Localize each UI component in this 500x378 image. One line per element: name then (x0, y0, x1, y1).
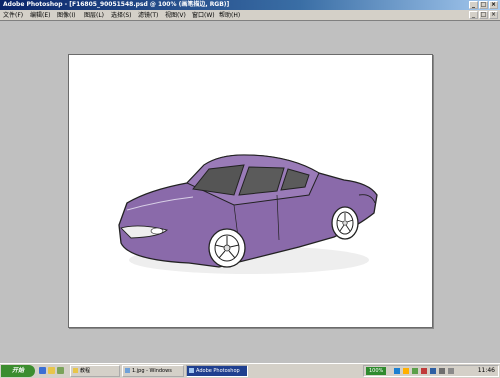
rear-wheel (331, 206, 359, 240)
doc-close-button[interactable]: × (489, 11, 498, 19)
menu-view[interactable]: 视图(V) (165, 10, 186, 21)
media-icon[interactable] (57, 367, 64, 374)
folder-icon (73, 368, 78, 373)
messenger-icon[interactable] (430, 368, 436, 374)
zoom-indicator[interactable]: 100% (366, 367, 387, 375)
menu-help[interactable]: 帮助(H) (219, 10, 240, 21)
minimize-button[interactable]: _ (469, 1, 478, 9)
car-illustration (118, 154, 378, 274)
workspace (0, 21, 500, 360)
taskbar-button-label: 教程 (80, 368, 91, 374)
input-method-icon[interactable] (403, 368, 409, 374)
doc-restore-button[interactable]: □ (479, 11, 488, 19)
taskbar-button-tutorial[interactable]: 教程 (70, 365, 120, 377)
doc-minimize-button[interactable]: _ (469, 11, 478, 19)
window-title: Adobe Photoshop - [F16805_90051548.psd @… (3, 1, 230, 8)
menu-edit[interactable]: 编辑(E) (30, 10, 50, 21)
menu-bar: 文件(F) 编辑(E) 图像(I) 图层(L) 选择(S) 滤镜(T) 视图(V… (0, 10, 500, 21)
desktop-icon[interactable] (48, 367, 55, 374)
clock[interactable]: 11:46 (478, 366, 495, 376)
security-icon[interactable] (421, 368, 427, 374)
menu-image[interactable]: 图像(I) (57, 10, 75, 21)
document-canvas[interactable] (68, 54, 433, 328)
photoshop-icon (189, 368, 194, 373)
volume-icon[interactable] (439, 368, 445, 374)
display-icon[interactable] (448, 368, 454, 374)
menu-select[interactable]: 选择(S) (111, 10, 132, 21)
start-button[interactable]: 开始 (1, 365, 35, 377)
title-bar[interactable]: Adobe Photoshop - [F16805_90051548.psd @… (0, 0, 500, 10)
fog-light (150, 227, 164, 235)
close-button[interactable]: × (489, 1, 498, 9)
menu-filter[interactable]: 滤镜(T) (138, 10, 158, 21)
antivirus-icon[interactable] (412, 368, 418, 374)
taskbar-button-image-viewer[interactable]: 1.jpg - Windows (122, 365, 184, 377)
taskbar: 开始 教程 1.jpg - Windows Adobe Photoshop 10… (0, 363, 500, 378)
front-wheel (208, 228, 246, 268)
taskbar-button-label: 1.jpg - Windows (132, 368, 172, 374)
taskbar-button-photoshop[interactable]: Adobe Photoshop (186, 365, 248, 377)
ie-icon[interactable] (39, 367, 46, 374)
system-tray: 100% 11:46 (363, 365, 499, 377)
network-icon[interactable] (394, 368, 400, 374)
menu-window[interactable]: 窗口(W) (192, 10, 215, 21)
maximize-button[interactable]: □ (479, 1, 488, 9)
menu-file[interactable]: 文件(F) (3, 10, 23, 21)
menu-layer[interactable]: 图层(L) (84, 10, 104, 21)
document-controls: _ □ × (469, 11, 498, 19)
taskbar-button-label: Adobe Photoshop (196, 368, 240, 374)
image-viewer-icon (125, 368, 130, 373)
window-controls: _ □ × (469, 1, 498, 9)
